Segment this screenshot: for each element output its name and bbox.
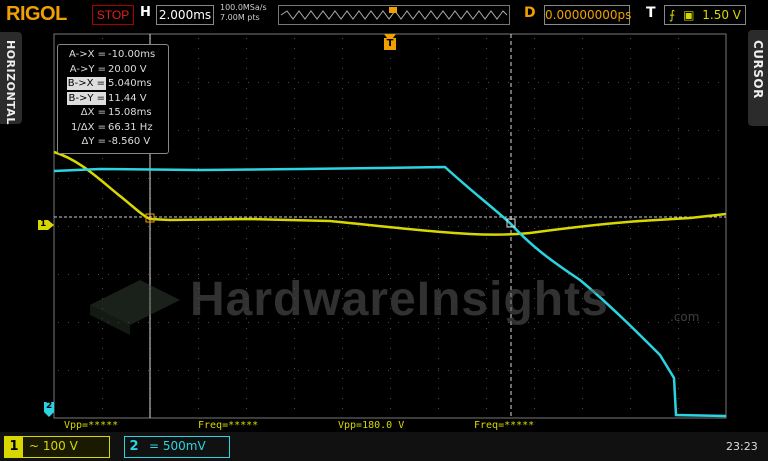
cursor-readout-row: B->Y = 11.44 V (58, 91, 168, 105)
ch1-trace (53, 150, 727, 236)
channel-2-setting[interactable]: 2 = 500mV (124, 436, 230, 458)
watermark-chip-icon (90, 280, 180, 335)
bottom-status-bar (0, 432, 768, 461)
cursor-readout-row: A->X = -10.00ms (58, 48, 168, 61)
clock: 23:23 (726, 440, 758, 453)
cursor-readout-value: 20.00 V (108, 63, 147, 75)
cursor-readout-value: 11.44 V (108, 92, 147, 104)
channel-2-scale: = 500mV (149, 439, 206, 453)
channel-2-number: 2 (129, 439, 139, 454)
cursor-readout-value: 66.31 Hz (108, 121, 153, 133)
measure-vpp-2: Vpp=180.0 V (338, 420, 405, 431)
measure-vpp-1: Vpp=***** (64, 420, 119, 431)
measure-freq-2: Freq=***** (474, 420, 535, 431)
cursor-readout-row: B->X = 5.040ms (58, 77, 168, 90)
cursor-readout-value: 15.08ms (108, 107, 152, 118)
watermark-suffix: .com (670, 310, 700, 324)
cursor-readout-row: 1/ΔX = 66.31 Hz (58, 121, 168, 134)
cursor-readout-key: B->X = (66, 77, 106, 90)
cursor-readout-panel: A->X = -10.00ms A->Y = 20.00 V B->X = 5.040ms… (57, 44, 169, 154)
cursor-readout-key: B->Y = (67, 91, 106, 105)
cursor-readout-key: 1/ΔX = (71, 121, 106, 133)
cursor-readout-key: A->X = (68, 49, 106, 60)
ch1-marker-label: 1 (40, 219, 47, 229)
channel-1-scale: ~ 100 V (29, 439, 78, 453)
cursor-readout-row: ΔY = -8.560 V (58, 135, 168, 148)
watermark-text: HardwareInsights (190, 273, 609, 326)
cursor-readout-value: -10.00ms (108, 49, 156, 60)
cursor-readout-value: -8.560 V (108, 136, 151, 147)
channel-1-number: 1 (5, 437, 23, 457)
cursor-readout-row: ΔX = 15.08ms (58, 106, 168, 119)
channel-1-setting[interactable]: 1 ~ 100 V (4, 436, 110, 458)
ch2-marker-label: 2 (46, 401, 53, 411)
cursor-readout-value: 5.040ms (108, 78, 152, 89)
cursor-readout-key: ΔY = (81, 136, 106, 147)
cursor-readout-key: A->Y = (69, 63, 106, 75)
measure-freq-1: Freq=***** (198, 420, 259, 431)
trigger-marker-label: T (386, 38, 394, 49)
cursor-readout-key: ΔX = (80, 107, 106, 118)
cursor-readout-row: A->Y = 20.00 V (58, 63, 168, 76)
